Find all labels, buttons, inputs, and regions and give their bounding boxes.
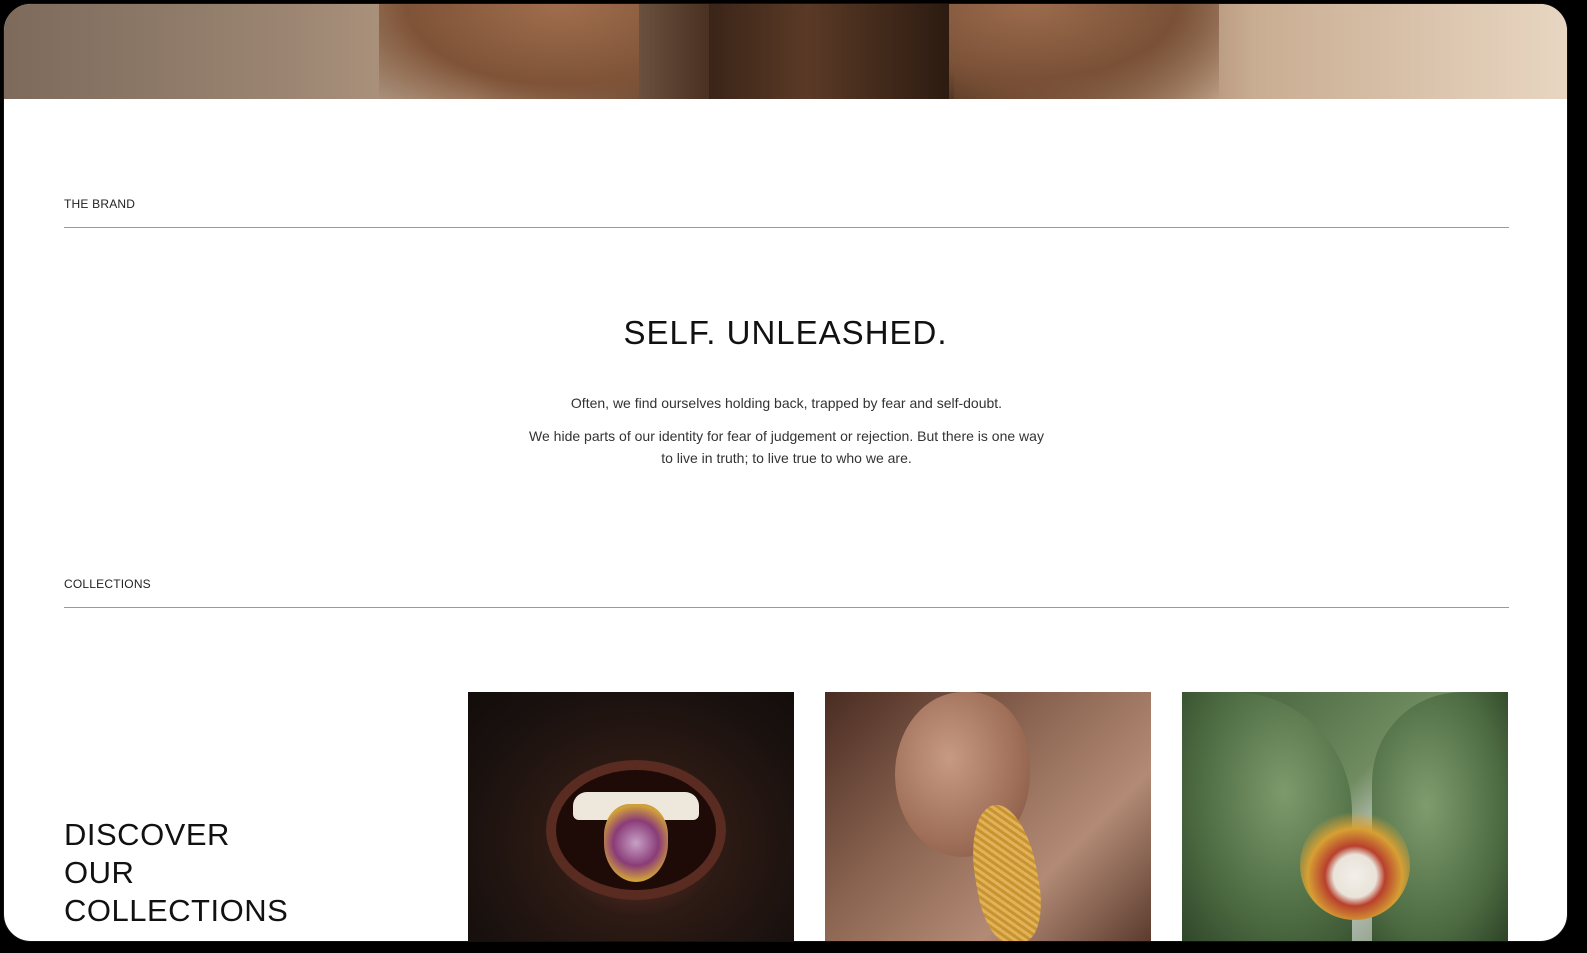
browser-frame: THE BRAND SELF. UNLEASHED. Often, we fin… — [3, 3, 1568, 942]
hero-image — [4, 4, 1567, 99]
hero-shoulder-left — [379, 4, 639, 99]
brooch-piece — [1300, 810, 1410, 920]
brand-paragraph-1: Often, we find ourselves holding back, t… — [570, 395, 1003, 411]
hero-shoulder-right — [949, 4, 1219, 99]
collection-card-mouth-jewelry[interactable] — [468, 692, 794, 941]
discover-heading-line-3: COLLECTIONS — [64, 893, 289, 928]
hero-hair — [709, 4, 954, 99]
collections-section-label: COLLECTIONS — [64, 577, 151, 591]
discover-heading-line-2: OUR — [64, 855, 135, 890]
brand-paragraph-2: We hide parts of our identity for fear o… — [529, 428, 1044, 466]
collections-section-divider — [64, 607, 1509, 608]
brand-section-divider — [64, 227, 1509, 228]
collection-card-brooch[interactable] — [1182, 692, 1508, 941]
discover-heading-line-1: DISCOVER — [64, 817, 230, 852]
jewelry-piece — [604, 804, 668, 882]
brand-section-label: THE BRAND — [64, 197, 136, 211]
collection-card-earring[interactable] — [825, 692, 1151, 941]
brand-headline: SELF. UNLEASHED. — [623, 314, 948, 351]
discover-collections-heading: DISCOVER OUR COLLECTIONS — [64, 816, 288, 930]
